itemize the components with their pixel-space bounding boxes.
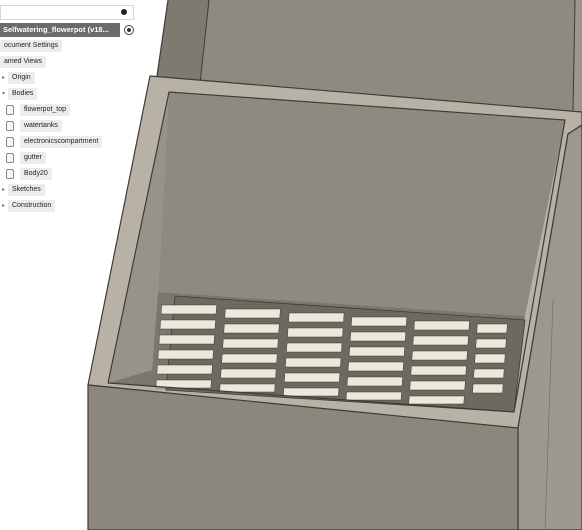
tree-item-construction[interactable]: ▸ Construction (0, 200, 56, 212)
body-icon[interactable] (6, 121, 14, 131)
tree-item-flowerpot-top[interactable]: flowerpot_top (6, 104, 71, 116)
tree-item-label: Body20 (20, 168, 52, 180)
tree-item-label: watertanks (20, 120, 62, 132)
radio-target-icon[interactable] (124, 25, 134, 35)
tree-item-document-settings[interactable]: ocument Settings (0, 40, 63, 52)
tree-item-named-views[interactable]: amed Views (0, 56, 47, 68)
record-dot-icon[interactable] (121, 9, 127, 15)
tree-item-label: Origin (8, 72, 35, 84)
root-label: Selfwatering_flowerpot (v18... (0, 23, 120, 37)
tree-item-label: Sketches (8, 184, 45, 196)
tree-item-label: Construction (8, 200, 56, 212)
browser-root[interactable]: Selfwatering_flowerpot (v18... (0, 23, 134, 37)
expand-arrow-icon[interactable]: ▾ (0, 89, 7, 99)
tree-item-label: electronicscompartment (20, 136, 103, 148)
tree-item-body20[interactable]: Body20 (6, 168, 52, 180)
tree-item-label: ocument Settings (0, 40, 63, 52)
body-icon[interactable] (6, 137, 14, 147)
expand-arrow-icon[interactable]: ▸ (0, 73, 7, 83)
tree-item-label: flowerpot_top (20, 104, 71, 116)
body-icon[interactable] (6, 105, 14, 115)
3d-viewport[interactable] (0, 0, 582, 530)
tree-item-origin[interactable]: ▸ Origin (0, 72, 35, 84)
expand-arrow-icon[interactable]: ▸ (0, 201, 7, 211)
tree-item-label: Bodies (8, 88, 38, 100)
body-icon[interactable] (6, 153, 14, 163)
expand-arrow-icon[interactable]: ▸ (0, 185, 7, 195)
tree-item-bodies[interactable]: ▾ Bodies (0, 88, 38, 100)
body-icon[interactable] (6, 169, 14, 179)
browser-header[interactable] (0, 5, 134, 20)
tree-item-label: amed Views (0, 56, 47, 68)
tree-item-sketches[interactable]: ▸ Sketches (0, 184, 45, 196)
tree-item-label: gutter (20, 152, 46, 164)
tree-item-watertanks[interactable]: watertanks (6, 120, 62, 132)
tree-item-electronicscompartment[interactable]: electronicscompartment (6, 136, 103, 148)
tree-item-gutter[interactable]: gutter (6, 152, 46, 164)
inner-back-wall (158, 92, 565, 316)
